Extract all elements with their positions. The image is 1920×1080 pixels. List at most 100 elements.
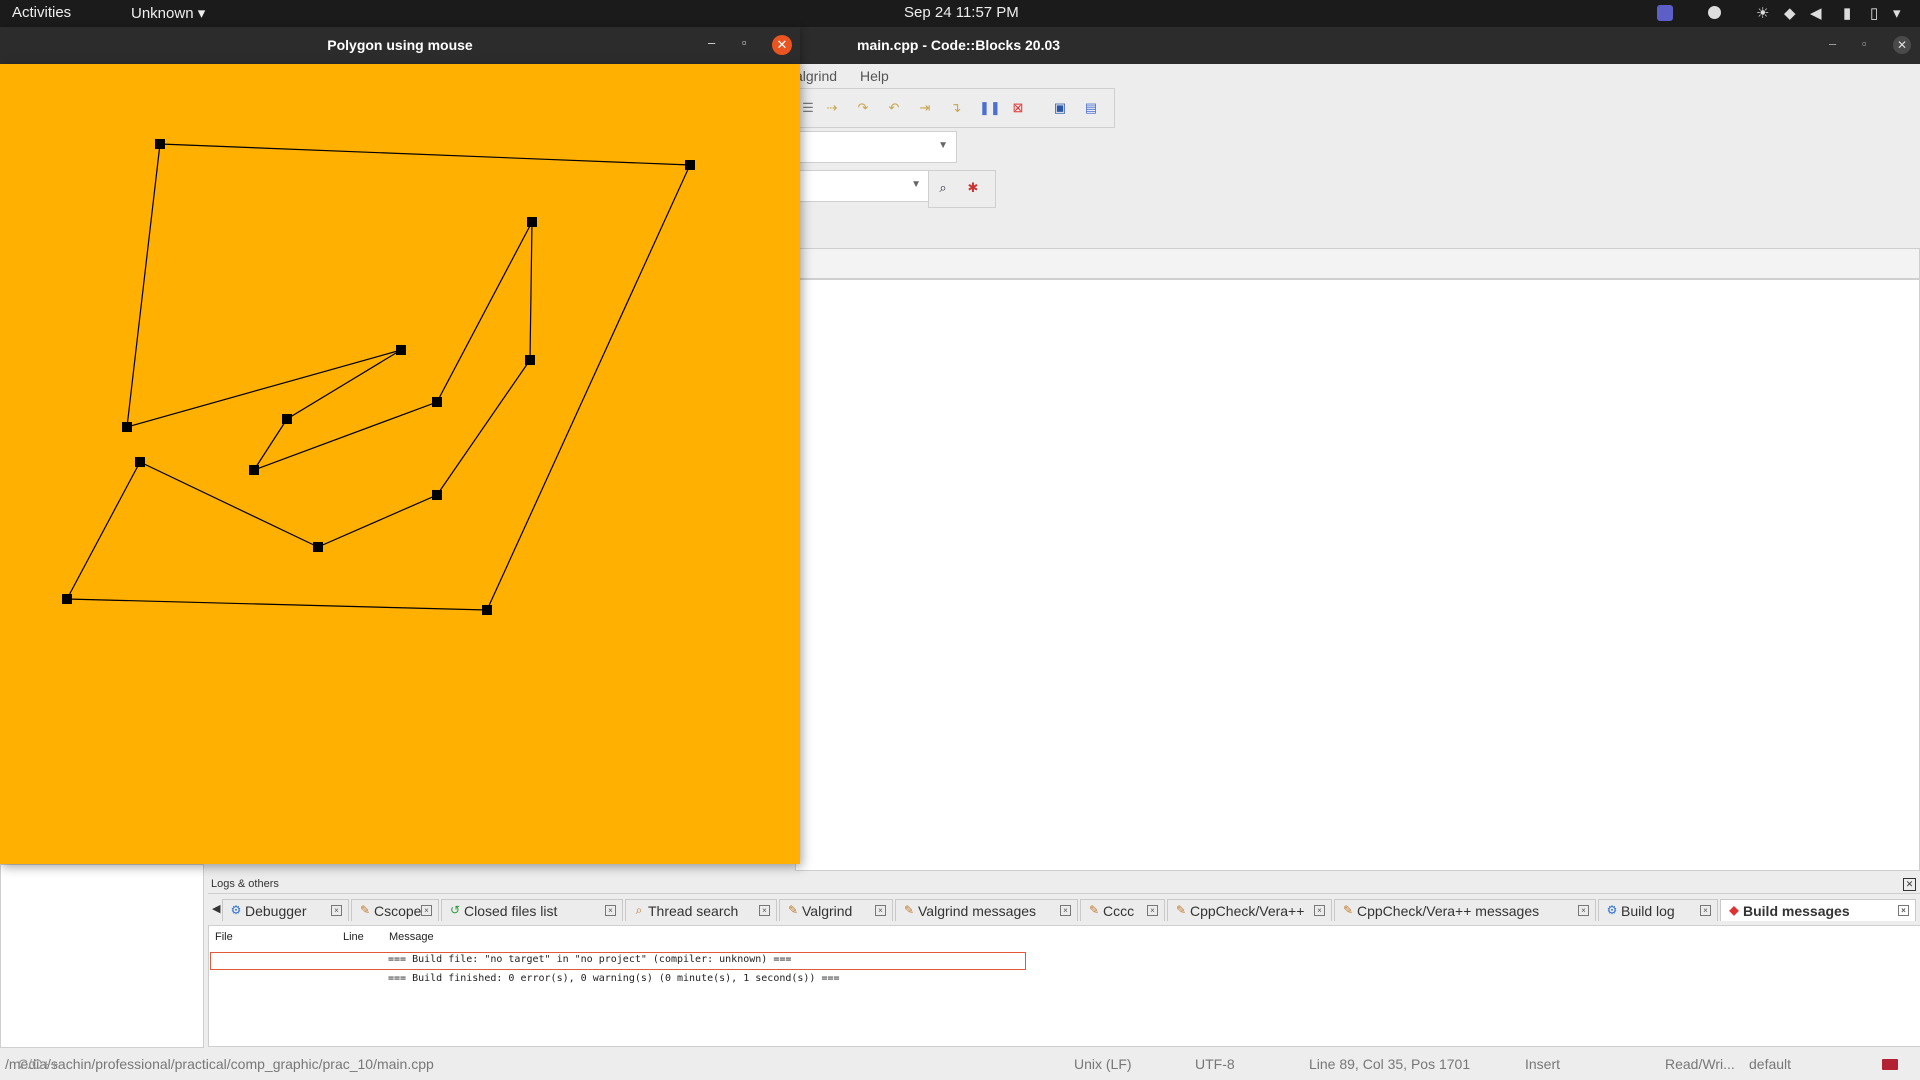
stop-debugger-icon[interactable]: ⊠	[1010, 100, 1026, 116]
vertex-marker[interactable]	[685, 160, 695, 170]
close-panel-icon[interactable]: ✕	[1903, 878, 1916, 891]
list-item[interactable]: === Build file: "no target" in "no proje…	[388, 954, 791, 965]
status-circle-icon[interactable]	[1708, 6, 1721, 19]
vertex-marker[interactable]	[432, 490, 442, 500]
column-line[interactable]: Line	[343, 931, 364, 943]
close-tab-icon[interactable]: ×	[1314, 905, 1325, 916]
column-message[interactable]: Message	[389, 931, 434, 943]
tab-valgrind-messages[interactable]: ✎ Valgrind messages ×	[895, 899, 1078, 921]
vertex-marker[interactable]	[482, 605, 492, 615]
close-tab-icon[interactable]: ×	[331, 905, 342, 916]
polygon-window-title: Polygon using mouse	[327, 37, 473, 53]
vertex-marker[interactable]	[396, 345, 406, 355]
vertex-marker[interactable]	[122, 422, 132, 432]
undo-icon: ↺	[449, 903, 461, 917]
edit-icon: ✎	[1342, 903, 1354, 917]
maximize-icon[interactable]: ▫	[742, 35, 747, 50]
code-editor[interactable]	[795, 279, 1920, 871]
restore-icon[interactable]: ▫	[1862, 36, 1867, 51]
tab-cppcheck-vera[interactable]: ✎ CppCheck/Vera++ ×	[1167, 899, 1332, 921]
volume-icon[interactable]: ◀	[1810, 4, 1822, 22]
polygon-canvas[interactable]	[0, 64, 800, 864]
next-line-icon[interactable]: ↷	[855, 100, 871, 116]
search-combo[interactable]: ▼	[795, 170, 930, 202]
close-tab-icon[interactable]: ×	[1898, 905, 1909, 916]
step-into-icon[interactable]: ⇢	[824, 100, 840, 116]
battery-icon[interactable]: ▯	[1870, 4, 1878, 22]
teams-tray-icon[interactable]	[1657, 5, 1673, 21]
settings-search-icon[interactable]: ✱	[965, 180, 981, 196]
tab-cscope[interactable]: ✎ Cscope ×	[351, 899, 439, 921]
menu-valgrind[interactable]: algrind	[795, 68, 837, 84]
language-label: C/C++	[18, 1056, 59, 1072]
tab-label: CppCheck/Vera++ messages	[1357, 903, 1540, 919]
chevron-down-icon: ▼	[938, 140, 948, 151]
edit-icon: ✎	[903, 903, 915, 917]
step-instruction-icon[interactable]: ↴	[948, 100, 964, 116]
file-path: /media/sachin/professional/practical/com…	[5, 1056, 434, 1072]
close-tab-icon[interactable]: ×	[875, 905, 886, 916]
close-tab-icon[interactable]: ×	[1147, 905, 1158, 916]
edit-icon: ✎	[1175, 903, 1187, 917]
scroll-left-icon[interactable]: ◀	[212, 902, 220, 915]
next-instruction-icon[interactable]: ⇥	[917, 100, 933, 116]
close-icon[interactable]: ✕	[772, 35, 792, 55]
tab-cccc[interactable]: ✎ Cccc ×	[1080, 899, 1165, 921]
close-tab-icon[interactable]: ×	[421, 905, 432, 916]
toolbar-list-icon[interactable]: ☰	[800, 100, 816, 116]
clock[interactable]: Sep 24 11:57 PM	[904, 4, 1019, 21]
vertex-marker[interactable]	[62, 594, 72, 604]
activities-button[interactable]: Activities	[12, 4, 71, 21]
management-panel[interactable]	[0, 864, 204, 1048]
tab-closed-files-list[interactable]: ↺ Closed files list ×	[441, 899, 623, 921]
zoom-search-icon[interactable]: ⌕	[935, 180, 951, 196]
polygon-window-titlebar[interactable]: Polygon using mouse – ▫ ✕	[0, 27, 800, 64]
menu-help[interactable]: Help	[860, 68, 889, 84]
vertex-marker[interactable]	[249, 465, 259, 475]
vertex-marker[interactable]	[313, 542, 323, 552]
tab-build-messages[interactable]: ◆ Build messages ×	[1720, 899, 1916, 921]
tab-build-log[interactable]: ⚙ Build log ×	[1598, 899, 1718, 921]
column-file[interactable]: File	[215, 931, 233, 943]
tab-label: Closed files list	[464, 903, 558, 919]
close-tab-icon[interactable]: ×	[1060, 905, 1071, 916]
edit-icon: ✎	[359, 903, 371, 917]
build-target-select[interactable]: ▼	[795, 131, 957, 163]
diamond-icon: ◆	[1729, 903, 1739, 917]
line-ending: Unix (LF)	[1074, 1056, 1132, 1072]
tab-valgrind[interactable]: ✎ Valgrind ×	[779, 899, 893, 921]
gear-icon: ⚙	[1606, 903, 1618, 917]
logs-header: Logs & others ✕	[208, 875, 1920, 894]
tab-thread-search[interactable]: ⌕ Thread search ×	[625, 899, 777, 921]
minimize-icon[interactable]: –	[1829, 36, 1836, 51]
close-tab-icon[interactable]: ×	[1578, 905, 1589, 916]
wifi-icon[interactable]: ◆	[1784, 4, 1796, 22]
vertex-marker[interactable]	[282, 414, 292, 424]
tab-debugger[interactable]: ⚙ Debugger ×	[222, 899, 349, 921]
close-tab-icon[interactable]: ×	[759, 905, 770, 916]
system-menu-chevron-down-icon[interactable]: ▾	[1893, 4, 1901, 22]
vertex-marker[interactable]	[525, 355, 535, 365]
step-out-icon[interactable]: ↶	[886, 100, 902, 116]
vertex-marker[interactable]	[527, 217, 537, 227]
list-item[interactable]: === Build finished: 0 error(s), 0 warnin…	[388, 973, 840, 984]
tab-label: Debugger	[245, 903, 307, 919]
minimize-icon[interactable]: –	[708, 35, 715, 50]
app-menu-button[interactable]: Unknown ▾	[131, 4, 205, 22]
various-info-icon[interactable]: ▤	[1083, 100, 1099, 116]
pause-icon[interactable]: ❚❚	[979, 100, 1001, 116]
close-tab-icon[interactable]: ×	[605, 905, 616, 916]
close-icon[interactable]: ✕	[1893, 36, 1911, 54]
vertex-marker[interactable]	[155, 139, 165, 149]
microphone-icon[interactable]: ▮	[1843, 4, 1851, 22]
brightness-icon[interactable]: ☀	[1756, 4, 1769, 22]
status-bar: /media/sachin/professional/practical/com…	[0, 1048, 1920, 1080]
close-tab-icon[interactable]: ×	[1700, 905, 1711, 916]
vertex-marker[interactable]	[135, 457, 145, 467]
access-mode: Read/Wri...	[1665, 1056, 1735, 1072]
tab-cppcheck-vera-messages[interactable]: ✎ CppCheck/Vera++ messages ×	[1334, 899, 1596, 921]
debug-windows-icon[interactable]: ▣	[1052, 100, 1068, 116]
canvas-background	[0, 64, 800, 864]
vertex-marker[interactable]	[432, 397, 442, 407]
edit-icon: ✎	[1088, 903, 1100, 917]
